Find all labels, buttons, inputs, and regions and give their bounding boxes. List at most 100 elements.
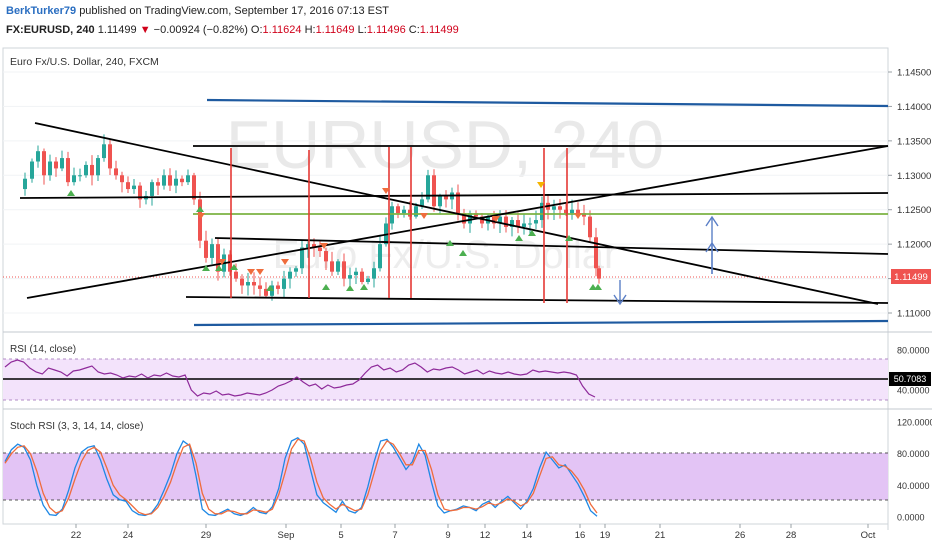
candle-body	[318, 247, 322, 252]
fractal-up-icon	[196, 206, 204, 212]
price-change: −0.00924 (−0.82%)	[153, 24, 248, 36]
last-price-badge-text: 1.11499	[894, 272, 928, 283]
candle-body	[324, 251, 328, 262]
candle-body	[372, 268, 376, 279]
time-tick-label: 19	[600, 530, 611, 541]
candle-body	[72, 175, 76, 183]
author-link[interactable]: BerkTurker79	[6, 5, 76, 17]
rsi-tick-label: 40.0000	[897, 386, 930, 396]
candle-body	[414, 206, 418, 217]
price-tick-label: 1.14500	[897, 68, 931, 79]
candle-body	[360, 271, 364, 283]
price-tick-label: 1.13500	[897, 136, 931, 147]
fractal-down-icon	[256, 269, 264, 275]
candle-body	[597, 268, 601, 279]
price-tick-label: 1.14000	[897, 102, 931, 113]
chart-canvas[interactable]: EURUSD, 240 Euro Fx/U.S. Dollar 1.110001…	[0, 44, 932, 550]
candle-body	[204, 240, 208, 258]
candle-body	[210, 244, 214, 258]
ohlc-line: FX:EURUSD, 240 1.11499 ▼ −0.00924 (−0.82…	[6, 24, 459, 36]
candle-body	[522, 223, 526, 227]
fractal-up-icon	[346, 285, 354, 291]
candle-body	[156, 182, 160, 186]
projection-arrows	[613, 215, 719, 306]
candle-body	[198, 199, 202, 241]
candle-body	[84, 164, 88, 176]
candle-body	[354, 271, 358, 276]
candle-body	[60, 158, 64, 169]
fractal-down-icon	[420, 213, 428, 219]
rsi-value-badge-text: 50.7083	[894, 374, 927, 384]
price-tick-label: 1.12000	[897, 240, 931, 251]
close-label: C:	[408, 24, 420, 36]
candle-body	[23, 178, 27, 190]
candle-body	[402, 209, 406, 214]
candle-body	[162, 175, 166, 186]
open-value: 1.11624	[262, 24, 302, 36]
candle-body	[432, 175, 436, 207]
candle-body	[246, 282, 250, 286]
rsi-title: RSI (14, close)	[10, 344, 76, 355]
time-tick-label: 24	[123, 530, 134, 541]
fractal-up-icon	[322, 284, 330, 290]
candle-body	[90, 164, 94, 176]
time-tick-label: Oct	[861, 530, 876, 541]
candle-body	[396, 206, 400, 214]
candle-body	[108, 144, 112, 169]
candle-body	[132, 185, 136, 190]
candle-body	[378, 244, 382, 269]
candle-body	[186, 175, 190, 183]
low-label: L:	[357, 24, 367, 36]
candle-body	[276, 285, 280, 289]
candle-body	[552, 206, 556, 210]
time-tick-label: 12	[480, 530, 491, 541]
candle-body	[288, 271, 292, 279]
candle-body	[534, 220, 538, 224]
candle-body	[258, 285, 262, 289]
candle-body	[180, 178, 184, 183]
candle-body	[444, 195, 448, 200]
candle-body	[42, 151, 46, 176]
stoch-title: Stoch RSI (3, 3, 14, 14, close)	[10, 421, 143, 432]
candle-body	[528, 223, 532, 225]
price-tick-label: 1.11000	[897, 309, 931, 320]
candle-body	[192, 175, 196, 200]
price-tick-label: 1.13000	[897, 171, 931, 182]
candle-body	[504, 216, 508, 227]
candle-body	[294, 268, 298, 272]
watermark-symbol: EURUSD, 240	[226, 107, 664, 183]
open-label: O:	[250, 24, 263, 36]
stoch-tick-label: 80.0000	[897, 449, 930, 459]
candle-body	[576, 209, 580, 214]
fractal-up-icon	[594, 284, 602, 290]
candle-body	[348, 275, 352, 279]
fractal-up-icon	[360, 284, 368, 290]
low-value: 1.11496	[366, 24, 406, 36]
high-value: 1.11649	[315, 24, 355, 36]
candle-body	[96, 158, 100, 176]
candle-body	[234, 271, 238, 279]
candle-body	[342, 261, 346, 279]
candle-body	[150, 182, 154, 196]
time-tick-label: 5	[338, 530, 343, 541]
candle-body	[300, 247, 304, 269]
candle-body	[558, 206, 562, 210]
candle-body	[570, 209, 574, 214]
channel-lower-line[interactable]	[193, 319, 889, 327]
candle-body	[366, 278, 370, 283]
rsi-axis-ticks: 40.0000 80.0000	[897, 346, 930, 396]
publish-line: BerkTurker79 published on TradingView.co…	[6, 5, 389, 17]
candle-body	[588, 216, 592, 238]
time-tick-label: Sep	[278, 530, 295, 541]
time-axis: 22 24 29 Sep 5 7 9 12 14 16 19 21 26 28 Oct	[71, 524, 876, 541]
time-tick-label: 22	[71, 530, 82, 541]
time-tick-label: 21	[655, 530, 666, 541]
channel-upper-line[interactable]	[206, 98, 889, 108]
close-value: 1.11499	[419, 24, 459, 36]
support-line-bottom[interactable]	[185, 296, 889, 304]
candle-body	[126, 182, 130, 190]
candle-body	[36, 151, 40, 162]
candle-body	[66, 158, 70, 183]
last-price: 1.11499	[97, 24, 137, 36]
candle-body	[252, 282, 256, 286]
